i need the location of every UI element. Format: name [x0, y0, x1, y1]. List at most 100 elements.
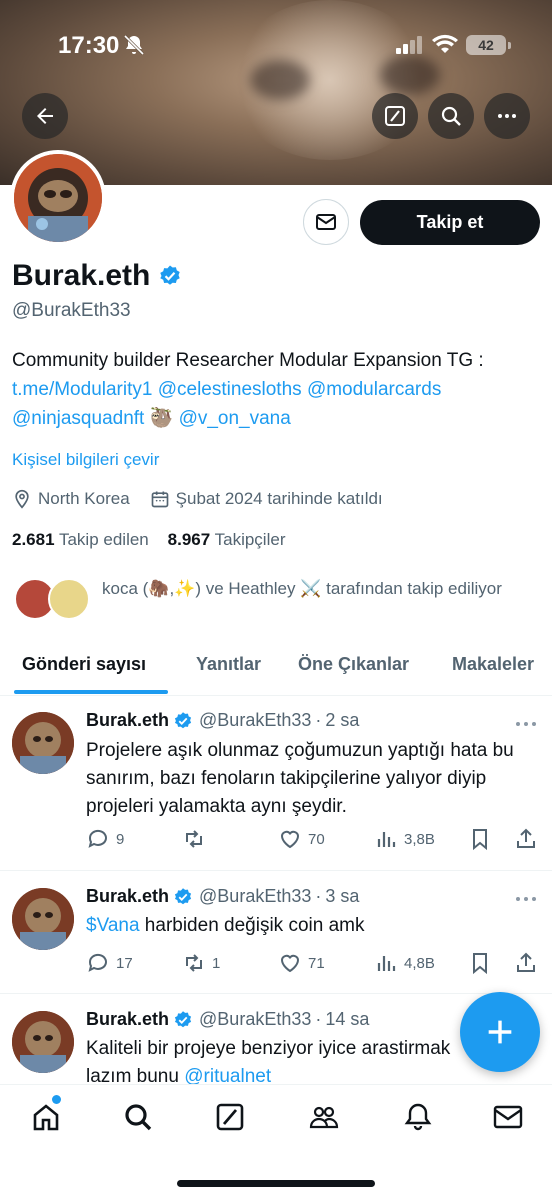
compose-button[interactable] [372, 93, 418, 139]
retweet-button[interactable]: 1 [182, 951, 220, 975]
more-button[interactable] [484, 93, 530, 139]
like-button[interactable]: 70 [278, 827, 325, 851]
more-icon[interactable] [514, 894, 538, 904]
followers-label: Takipçiler [214, 530, 286, 549]
tweet-cashtag[interactable]: $Vana [86, 915, 140, 936]
view-count: 3,8B [404, 830, 435, 848]
search-button[interactable] [428, 93, 474, 139]
notification-dot [52, 1095, 61, 1104]
tweet[interactable]: Burak.eth @BurakEth33 · 2 sa Projelere a… [0, 697, 552, 871]
tweet-mention[interactable]: @ritualnet [184, 1066, 271, 1085]
nav-search[interactable] [122, 1101, 154, 1133]
reply-button[interactable]: 9 [86, 827, 124, 851]
search-icon [441, 106, 461, 126]
profile-joined: Şubat 2024 tarihinde katıldı [175, 489, 383, 508]
like-count: 70 [308, 830, 325, 848]
profile-bio: Community builder Researcher Modular Exp… [12, 346, 542, 433]
tab-posts[interactable]: Gönderi sayısı [22, 654, 146, 675]
views-button[interactable]: 3,8B [374, 827, 435, 851]
bookmark-button[interactable] [468, 827, 492, 851]
translate-bio-link[interactable]: Kişisel bilgileri çevir [12, 450, 159, 470]
bookmark-button[interactable] [468, 951, 492, 975]
tweet[interactable]: Burak.eth @BurakEth33 · 3 sa $Vana harbi… [0, 872, 552, 994]
like-button[interactable]: 71 [278, 951, 325, 975]
tweet-time[interactable]: 2 sa [325, 710, 359, 731]
location-icon [15, 489, 29, 509]
bio-link-telegram[interactable]: t.me/Modularity1 [12, 379, 152, 400]
followers-count: 8.967 [167, 530, 211, 549]
tweet-time[interactable]: 3 sa [325, 886, 359, 907]
views-button[interactable]: 4,8B [374, 951, 435, 975]
envelope-icon [316, 214, 336, 230]
views-icon [377, 956, 396, 971]
wifi-icon [432, 34, 458, 53]
sloth-avatar-image [14, 154, 102, 242]
message-button[interactable] [303, 199, 349, 245]
nav-home[interactable] [30, 1101, 62, 1133]
tweet-header: Burak.eth @BurakEth33 · 2 sa [86, 710, 360, 731]
tab-replies[interactable]: Yanıtlar [196, 654, 261, 675]
tweet-avatar[interactable] [12, 1011, 74, 1073]
tweet-text-line2: lazım bunu [86, 1066, 185, 1085]
bio-mention-v-on-vana[interactable]: @v_on_vana [179, 408, 291, 429]
more-icon [498, 114, 516, 118]
retweet-icon [186, 830, 202, 848]
tweet-avatar[interactable] [12, 712, 74, 774]
following-link[interactable]: 2.681 Takip edilen [12, 530, 149, 549]
nav-notifications[interactable] [402, 1101, 434, 1133]
grok-icon [216, 1103, 244, 1131]
tweet-time[interactable]: 14 sa [325, 1009, 369, 1030]
tab-articles[interactable]: Makaleler [452, 654, 534, 675]
reply-count: 9 [116, 830, 125, 848]
nav-communities[interactable] [308, 1101, 340, 1133]
bio-mention-ninjasquadnft[interactable]: @ninjasquadnft [12, 408, 144, 429]
status-bar: 17:30 42 [0, 0, 552, 92]
profile-avatar[interactable] [10, 150, 106, 246]
signal-icon [396, 36, 422, 54]
following-label: Takip edilen [58, 530, 149, 549]
heart-icon [280, 830, 300, 849]
like-count: 71 [308, 954, 325, 972]
share-button[interactable] [514, 827, 538, 851]
bio-sloth-emoji: 🦥 [149, 408, 174, 429]
home-indicator [177, 1180, 375, 1187]
new-post-button[interactable] [460, 992, 540, 1072]
tweet-actions: 17 1 71 4,8B [86, 951, 542, 977]
views-icon [377, 832, 396, 847]
bio-text: Community builder Researcher Modular Exp… [12, 350, 484, 371]
compose-icon [385, 106, 405, 126]
tweet-author-handle[interactable]: @BurakEth33 [199, 1009, 311, 1030]
profile-location: North Korea [38, 489, 130, 508]
more-icon[interactable] [514, 719, 538, 729]
tweet-author-name[interactable]: Burak.eth [86, 886, 169, 907]
bio-mention-modularcards[interactable]: @modularcards [307, 379, 441, 400]
follow-counts: 2.681 Takip edilen 8.967 Takipçiler [12, 530, 285, 550]
nav-grok[interactable] [214, 1101, 246, 1133]
tweet-author-name[interactable]: Burak.eth [86, 1009, 169, 1030]
tweet-text: Kaliteli bir projeye benziyor iyice aras… [86, 1035, 466, 1085]
verified-badge-icon [174, 711, 192, 728]
tab-highlights[interactable]: Öne Çıkanlar [298, 654, 409, 675]
retweet-button[interactable] [182, 827, 212, 851]
follow-button[interactable]: Takip et [360, 200, 540, 245]
tweet-author-handle[interactable]: @BurakEth33 [199, 886, 311, 907]
tweet-author-handle[interactable]: @BurakEth33 [199, 710, 311, 731]
followers-link[interactable]: 8.967 Takipçiler [168, 530, 286, 549]
bio-mention-celestinesloths[interactable]: @celestinesloths [158, 379, 302, 400]
reply-icon [88, 829, 107, 848]
share-button[interactable] [514, 951, 538, 975]
retweet-icon [186, 954, 202, 972]
tweet-avatar[interactable] [12, 888, 74, 950]
known-followers[interactable]: koca (🦣,✨) ve Heathley ⚔️ tarafından tak… [14, 576, 544, 626]
following-count: 2.681 [12, 530, 55, 549]
profile-name: Burak.eth [12, 259, 182, 293]
arrow-left-icon [37, 108, 53, 124]
tweet-author-name[interactable]: Burak.eth [86, 710, 169, 731]
tweet-actions: 9 70 3,8B [86, 827, 542, 853]
nav-messages[interactable] [492, 1101, 524, 1133]
tweet-text: Projelere aşık olunmaz çoğumuzun yaptığı… [86, 740, 514, 817]
verified-badge-icon[interactable] [158, 264, 182, 288]
reply-button[interactable]: 17 [86, 951, 133, 975]
back-button[interactable] [22, 93, 68, 139]
view-count: 4,8B [404, 954, 435, 972]
